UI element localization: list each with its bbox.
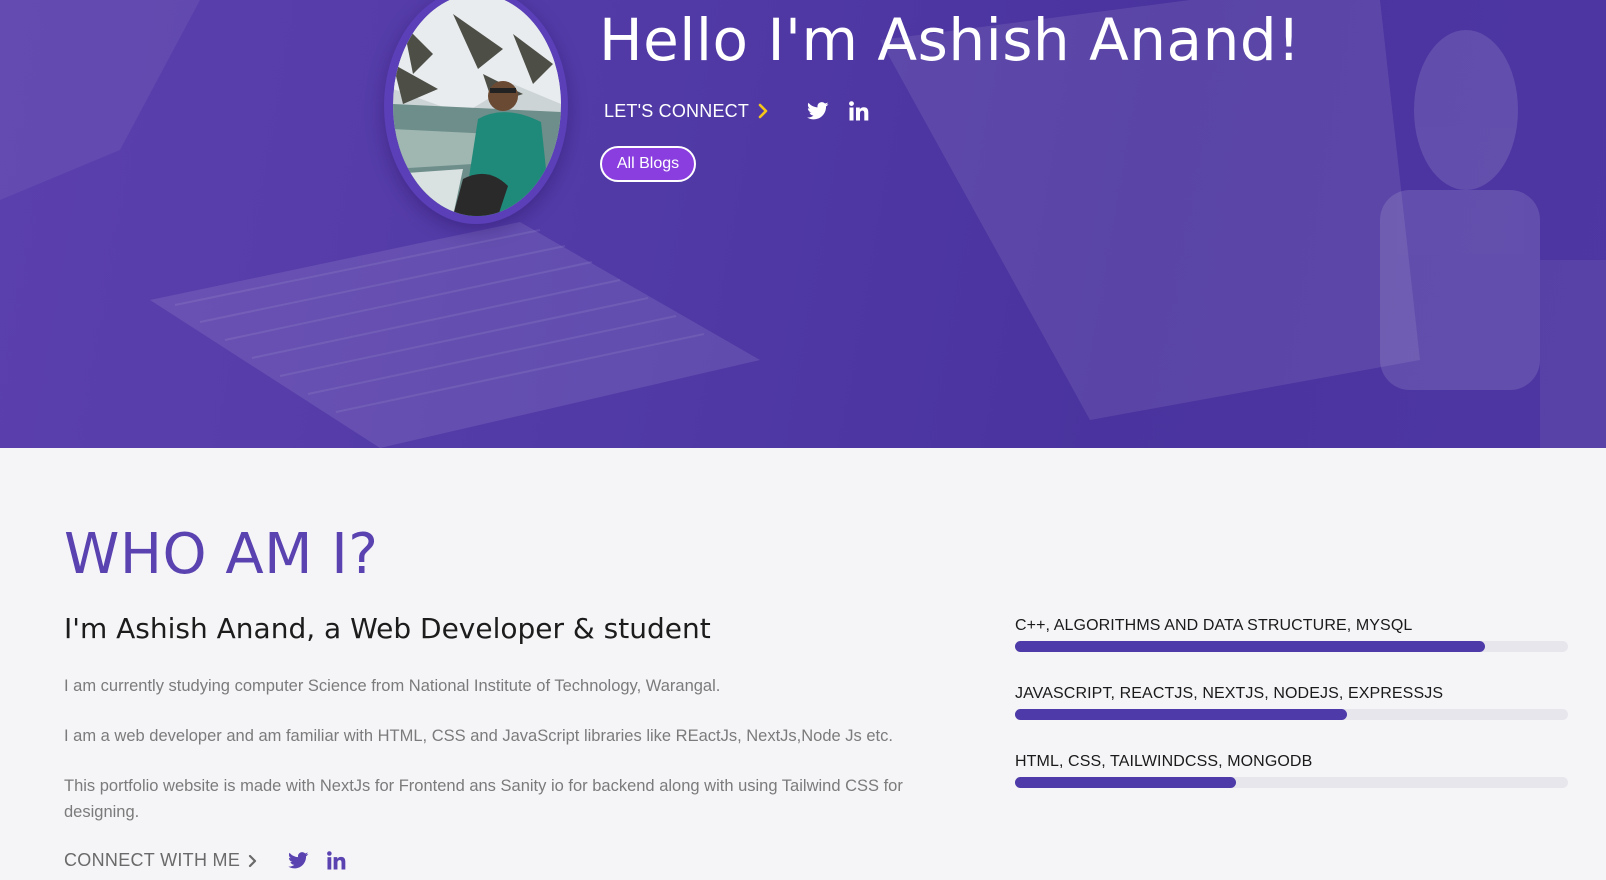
linkedin-icon[interactable] [327,851,346,870]
about-paragraph: I am a web developer and am familiar wit… [64,727,893,745]
skill-bar-track [1015,641,1568,652]
skill-bar-fill [1015,777,1237,788]
skill-label: HTML, CSS, TAILWINDCSS, MONGODB [1015,753,1313,770]
hero-section: Hello I'm Ashish Anand! LET'S CONNECT Al… [0,0,1606,448]
about-paragraph: I am currently studying computer Science… [64,677,721,695]
twitter-icon[interactable] [288,852,309,869]
about-subtitle: I'm Ashish Anand, a Web Developer & stud… [64,612,711,645]
connect-with-me-row: CONNECT WITH ME [64,850,346,871]
who-am-i-heading: WHO AM I? [64,522,379,587]
about-paragraph: This portfolio website is made with Next… [64,777,903,821]
skill-item: HTML, CSS, TAILWINDCSS, MONGODB [1015,753,1568,788]
skill-item: JAVASCRIPT, REACTJS, NEXTJS, NODEJS, EXP… [1015,685,1568,720]
chevron-right-icon [757,102,769,120]
skill-item: C++, ALGORITHMS AND DATA STRUCTURE, MYSQ… [1015,617,1568,652]
lets-connect-label: LET'S CONNECT [604,100,750,121]
skill-bar-track [1015,709,1568,720]
skill-label: JAVASCRIPT, REACTJS, NEXTJS, NODEJS, EXP… [1015,685,1444,702]
chevron-right-icon [248,853,258,869]
skill-bar-fill [1015,641,1486,652]
hero-connect-row: LET'S CONNECT [604,98,869,124]
linkedin-icon[interactable] [849,101,869,121]
skill-bar-track [1015,777,1568,788]
skill-bar-fill [1015,709,1347,720]
profile-avatar [393,0,561,216]
connect-with-me-link[interactable]: CONNECT WITH ME [64,850,240,871]
hero-title: Hello I'm Ashish Anand! [599,6,1301,74]
lets-connect-link[interactable]: LET'S CONNECT [604,101,769,122]
twitter-icon[interactable] [807,102,829,120]
all-blogs-button[interactable]: All Blogs [600,146,696,182]
skill-label: C++, ALGORITHMS AND DATA STRUCTURE, MYSQ… [1015,617,1413,634]
